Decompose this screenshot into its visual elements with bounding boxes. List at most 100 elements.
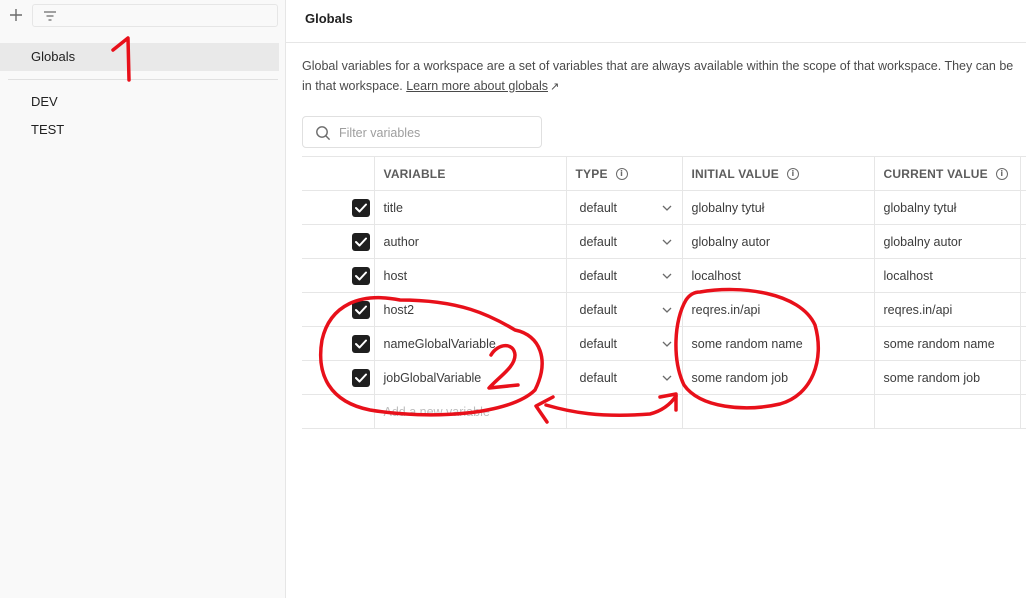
type-cell: default xyxy=(565,190,682,225)
header-type: TYPE i xyxy=(565,156,682,191)
sidebar-item-dev[interactable]: DEV xyxy=(0,88,279,116)
search-icon xyxy=(316,126,331,141)
type-select[interactable]: default xyxy=(576,371,682,385)
filter-icon xyxy=(44,11,56,21)
info-icon[interactable]: i xyxy=(995,167,1008,180)
row-checkbox-cell xyxy=(302,190,374,225)
sidebar-toolbar xyxy=(0,0,286,32)
add-environment-button[interactable] xyxy=(6,5,26,25)
current-value: localhost xyxy=(883,268,933,283)
row-extra-cell xyxy=(1019,360,1026,395)
chevron-down-icon xyxy=(662,205,671,211)
row-extra-cell xyxy=(1019,326,1026,361)
current-value-cell[interactable] xyxy=(873,394,1020,429)
initial-value: globalny autor xyxy=(691,234,771,249)
checkmark-icon xyxy=(355,237,367,246)
add-variable-cell[interactable]: Add a new variable xyxy=(373,394,566,429)
filter-variables-field[interactable] xyxy=(302,116,542,148)
current-value-cell[interactable]: globalny autor xyxy=(873,224,1020,259)
current-value-cell[interactable]: localhost xyxy=(873,258,1020,293)
header-variable: VARIABLE xyxy=(373,156,566,191)
checkmark-icon xyxy=(355,339,367,348)
initial-value-cell[interactable]: some random job xyxy=(681,360,874,395)
initial-value-cell[interactable]: reqres.in/api xyxy=(681,292,874,327)
chevron-down-icon xyxy=(662,341,671,347)
current-value: globalny autor xyxy=(883,234,963,249)
enable-checkbox[interactable] xyxy=(352,198,370,217)
header-current-value: CURRENT VALUE i xyxy=(873,156,1020,191)
variable-name: host xyxy=(383,268,408,283)
description-text: in that workspace. xyxy=(302,79,407,93)
variables-table: VARIABLE TYPE i INITIAL VALUE i CURRENT VA… xyxy=(302,156,1026,429)
variable-cell[interactable]: jobGlobalVariable xyxy=(373,360,566,395)
current-value-cell[interactable]: reqres.in/api xyxy=(873,292,1020,327)
variable-name: title xyxy=(383,200,403,215)
type-select[interactable]: default xyxy=(576,235,682,249)
description-line-1: Global variables for a workspace are a s… xyxy=(302,59,1014,73)
enable-checkbox[interactable] xyxy=(352,232,370,251)
table-header-row: VARIABLE TYPE i INITIAL VALUE i CURRENT VA… xyxy=(302,156,1026,191)
page-title: Globals xyxy=(305,11,353,26)
variable-cell[interactable]: host xyxy=(373,258,566,293)
initial-value-cell[interactable]: some random name xyxy=(681,326,874,361)
type-value: default xyxy=(579,268,618,283)
initial-value-cell[interactable]: globalny tytuł xyxy=(681,190,874,225)
row-checkbox-cell xyxy=(302,394,374,429)
header-initial-label: INITIAL VALUE xyxy=(691,166,779,181)
row-checkbox-cell xyxy=(302,360,374,395)
info-icon[interactable]: i xyxy=(615,167,628,180)
type-cell: default xyxy=(565,258,682,293)
initial-value-cell[interactable]: globalny autor xyxy=(681,224,874,259)
sidebar-item-test[interactable]: TEST xyxy=(0,116,279,144)
current-value-cell[interactable]: some random job xyxy=(873,360,1020,395)
current-value: reqres.in/api xyxy=(883,302,953,317)
enable-checkbox[interactable] xyxy=(352,368,370,387)
variable-cell[interactable]: title xyxy=(373,190,566,225)
row-checkbox-cell xyxy=(302,326,374,361)
info-icon[interactable]: i xyxy=(787,167,799,180)
variable-cell[interactable]: author xyxy=(373,224,566,259)
chevron-down-icon xyxy=(662,273,671,279)
initial-value: some random name xyxy=(691,336,803,351)
variable-cell[interactable]: nameGlobalVariable xyxy=(373,326,566,361)
row-checkbox-cell xyxy=(302,258,374,293)
enable-checkbox[interactable] xyxy=(352,334,370,353)
sidebar-item-globals[interactable]: Globals xyxy=(0,43,279,71)
type-value: default xyxy=(579,234,618,249)
checkmark-icon xyxy=(355,373,367,382)
initial-value-cell[interactable] xyxy=(681,394,874,429)
current-value-cell[interactable]: some random name xyxy=(873,326,1020,361)
description-line-2: in that workspace. Learn more about glob… xyxy=(302,76,1026,97)
initial-value: reqres.in/api xyxy=(691,302,761,317)
external-link-icon: ↗ xyxy=(549,81,560,93)
type-select[interactable]: default xyxy=(576,201,682,215)
variable-name: host2 xyxy=(383,302,415,317)
table-row: host2 default reqres.in/api reqres.in/api xyxy=(302,292,1026,327)
checkmark-icon xyxy=(355,305,367,314)
type-select[interactable]: default xyxy=(576,269,682,283)
sidebar-divider xyxy=(8,79,278,80)
description: Global variables for a workspace are a s… xyxy=(302,56,1026,97)
chevron-down-icon xyxy=(662,375,671,381)
table-row: nameGlobalVariable default some random nam… xyxy=(302,326,1026,361)
sidebar: Globals DEV TEST xyxy=(0,0,286,598)
table-row: jobGlobalVariable default some random job s… xyxy=(302,360,1026,395)
sidebar-filter-input[interactable] xyxy=(32,4,278,27)
search-input[interactable] xyxy=(339,123,535,143)
learn-more-link[interactable]: Learn more about globals xyxy=(406,79,548,93)
type-cell: default xyxy=(565,224,682,259)
header-checkbox-column xyxy=(302,156,374,191)
type-cell: default xyxy=(565,326,682,361)
initial-value: globalny tytuł xyxy=(691,200,765,215)
current-value-cell[interactable]: globalny tytuł xyxy=(873,190,1020,225)
type-select[interactable]: default xyxy=(576,303,682,317)
enable-checkbox[interactable] xyxy=(352,266,370,285)
row-extra-cell xyxy=(1019,394,1026,429)
enable-checkbox[interactable] xyxy=(352,300,370,319)
initial-value-cell[interactable]: localhost xyxy=(681,258,874,293)
row-checkbox-cell xyxy=(302,224,374,259)
type-select[interactable]: default xyxy=(576,337,682,351)
variable-cell[interactable]: host2 xyxy=(373,292,566,327)
type-cell xyxy=(565,394,682,429)
header-variable-label: VARIABLE xyxy=(383,166,446,181)
